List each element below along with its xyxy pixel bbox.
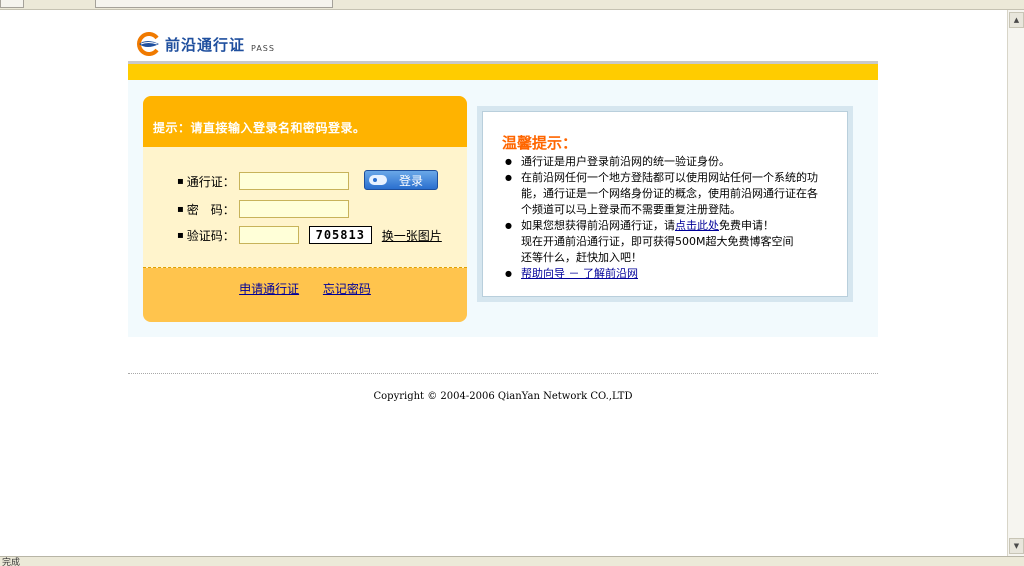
pass-label: 通行证： <box>186 174 235 189</box>
tips-item-text: 在前沿网任何一个地方登陆都可以使用网站任何一个系统的功能，通行证是一个网络身份证… <box>521 171 818 216</box>
key-icon <box>369 175 387 185</box>
tips-item: 如果您想获得前沿网通行证，请点击此处免费申请！ 现在开通前沿通行证，即可获得50… <box>505 218 827 266</box>
bullet-icon: ▪ <box>177 175 184 187</box>
tips-panel: 温馨提示： 通行证是用户登录前沿网的统一验证身份。 在前沿网任何一个地方登陆都可… <box>477 106 853 302</box>
browser-tab[interactable] <box>95 0 333 8</box>
logo-icon <box>133 32 161 56</box>
help-guide-link[interactable]: 帮助向导 － 了解前沿网 <box>521 267 638 280</box>
password-input[interactable] <box>238 200 349 218</box>
tips-item-text: 现在开通前沿通行证，即可获得500M超大免费博客空间 <box>521 235 794 248</box>
site-logo[interactable]: 前沿通行证 PASS <box>133 30 275 58</box>
tips-item: 帮助向导 － 了解前沿网 <box>505 266 827 282</box>
captcha-label: 验证码： <box>186 228 235 243</box>
tips-item-text: 还等什么，赶快加入吧！ <box>521 251 642 264</box>
status-text: 完成 <box>2 558 21 566</box>
tips-item: 在前沿网任何一个地方登陆都可以使用网站任何一个系统的功能，通行证是一个网络身份证… <box>505 170 827 218</box>
login-form: ▪ 通行证： 登录 ▪ 密 码： ▪ 验证码： 705813 换一张图片 <box>143 147 467 268</box>
footer-divider <box>128 373 878 374</box>
forgot-password-link[interactable]: 忘记密码 <box>323 282 371 296</box>
vertical-scrollbar[interactable]: ▲ ▼ <box>1007 10 1024 556</box>
apply-pass-link[interactable]: 申请通行证 <box>239 282 299 296</box>
free-apply-link[interactable]: 点击此处 <box>675 219 719 232</box>
copyright-text: Copyright © 2004-2006 QianYan Network CO… <box>373 391 633 402</box>
pass-input[interactable] <box>238 172 349 190</box>
login-hint: 提示：请直接输入登录名和密码登录。 <box>143 96 467 147</box>
password-row: ▪ 密 码： <box>177 200 349 218</box>
header-banner <box>128 64 878 80</box>
status-bar: 完成 <box>0 556 1024 566</box>
login-button[interactable]: 登录 <box>364 170 438 190</box>
browser-toolbar <box>0 0 1024 10</box>
change-captcha-link[interactable]: 换一张图片 <box>382 227 442 244</box>
captcha-input[interactable] <box>238 226 299 244</box>
tips-title: 温馨提示： <box>502 134 578 152</box>
logo-pass-text: PASS <box>251 43 275 53</box>
login-button-label: 登录 <box>399 173 424 188</box>
tips-box: 温馨提示： 通行证是用户登录前沿网的统一验证身份。 在前沿网任何一个地方登陆都可… <box>482 111 848 297</box>
tips-list: 通行证是用户登录前沿网的统一验证身份。 在前沿网任何一个地方登陆都可以使用网站任… <box>505 154 827 282</box>
pass-row: ▪ 通行证： <box>177 172 349 190</box>
captcha-row: ▪ 验证码： 705813 换一张图片 <box>177 226 442 244</box>
scroll-up-icon[interactable]: ▲ <box>1009 12 1024 28</box>
tips-item-text: 免费申请！ <box>719 219 774 232</box>
scroll-down-icon[interactable]: ▼ <box>1009 538 1024 554</box>
bullet-icon: ▪ <box>177 229 184 241</box>
browser-tab[interactable] <box>0 0 24 8</box>
password-label: 密 码： <box>186 202 235 217</box>
captcha-image: 705813 <box>308 226 372 244</box>
login-footer: 申请通行证 忘记密码 <box>143 268 467 322</box>
tips-item-text: 如果您想获得前沿网通行证，请 <box>521 219 675 232</box>
login-panel: 提示：请直接输入登录名和密码登录。 ▪ 通行证： 登录 ▪ 密 码： ▪ 验证码… <box>143 96 467 322</box>
logo-title: 前沿通行证 <box>165 35 246 54</box>
tips-item: 通行证是用户登录前沿网的统一验证身份。 <box>505 154 827 170</box>
tips-item-text: 通行证是用户登录前沿网的统一验证身份。 <box>521 155 730 168</box>
bullet-icon: ▪ <box>177 203 184 215</box>
